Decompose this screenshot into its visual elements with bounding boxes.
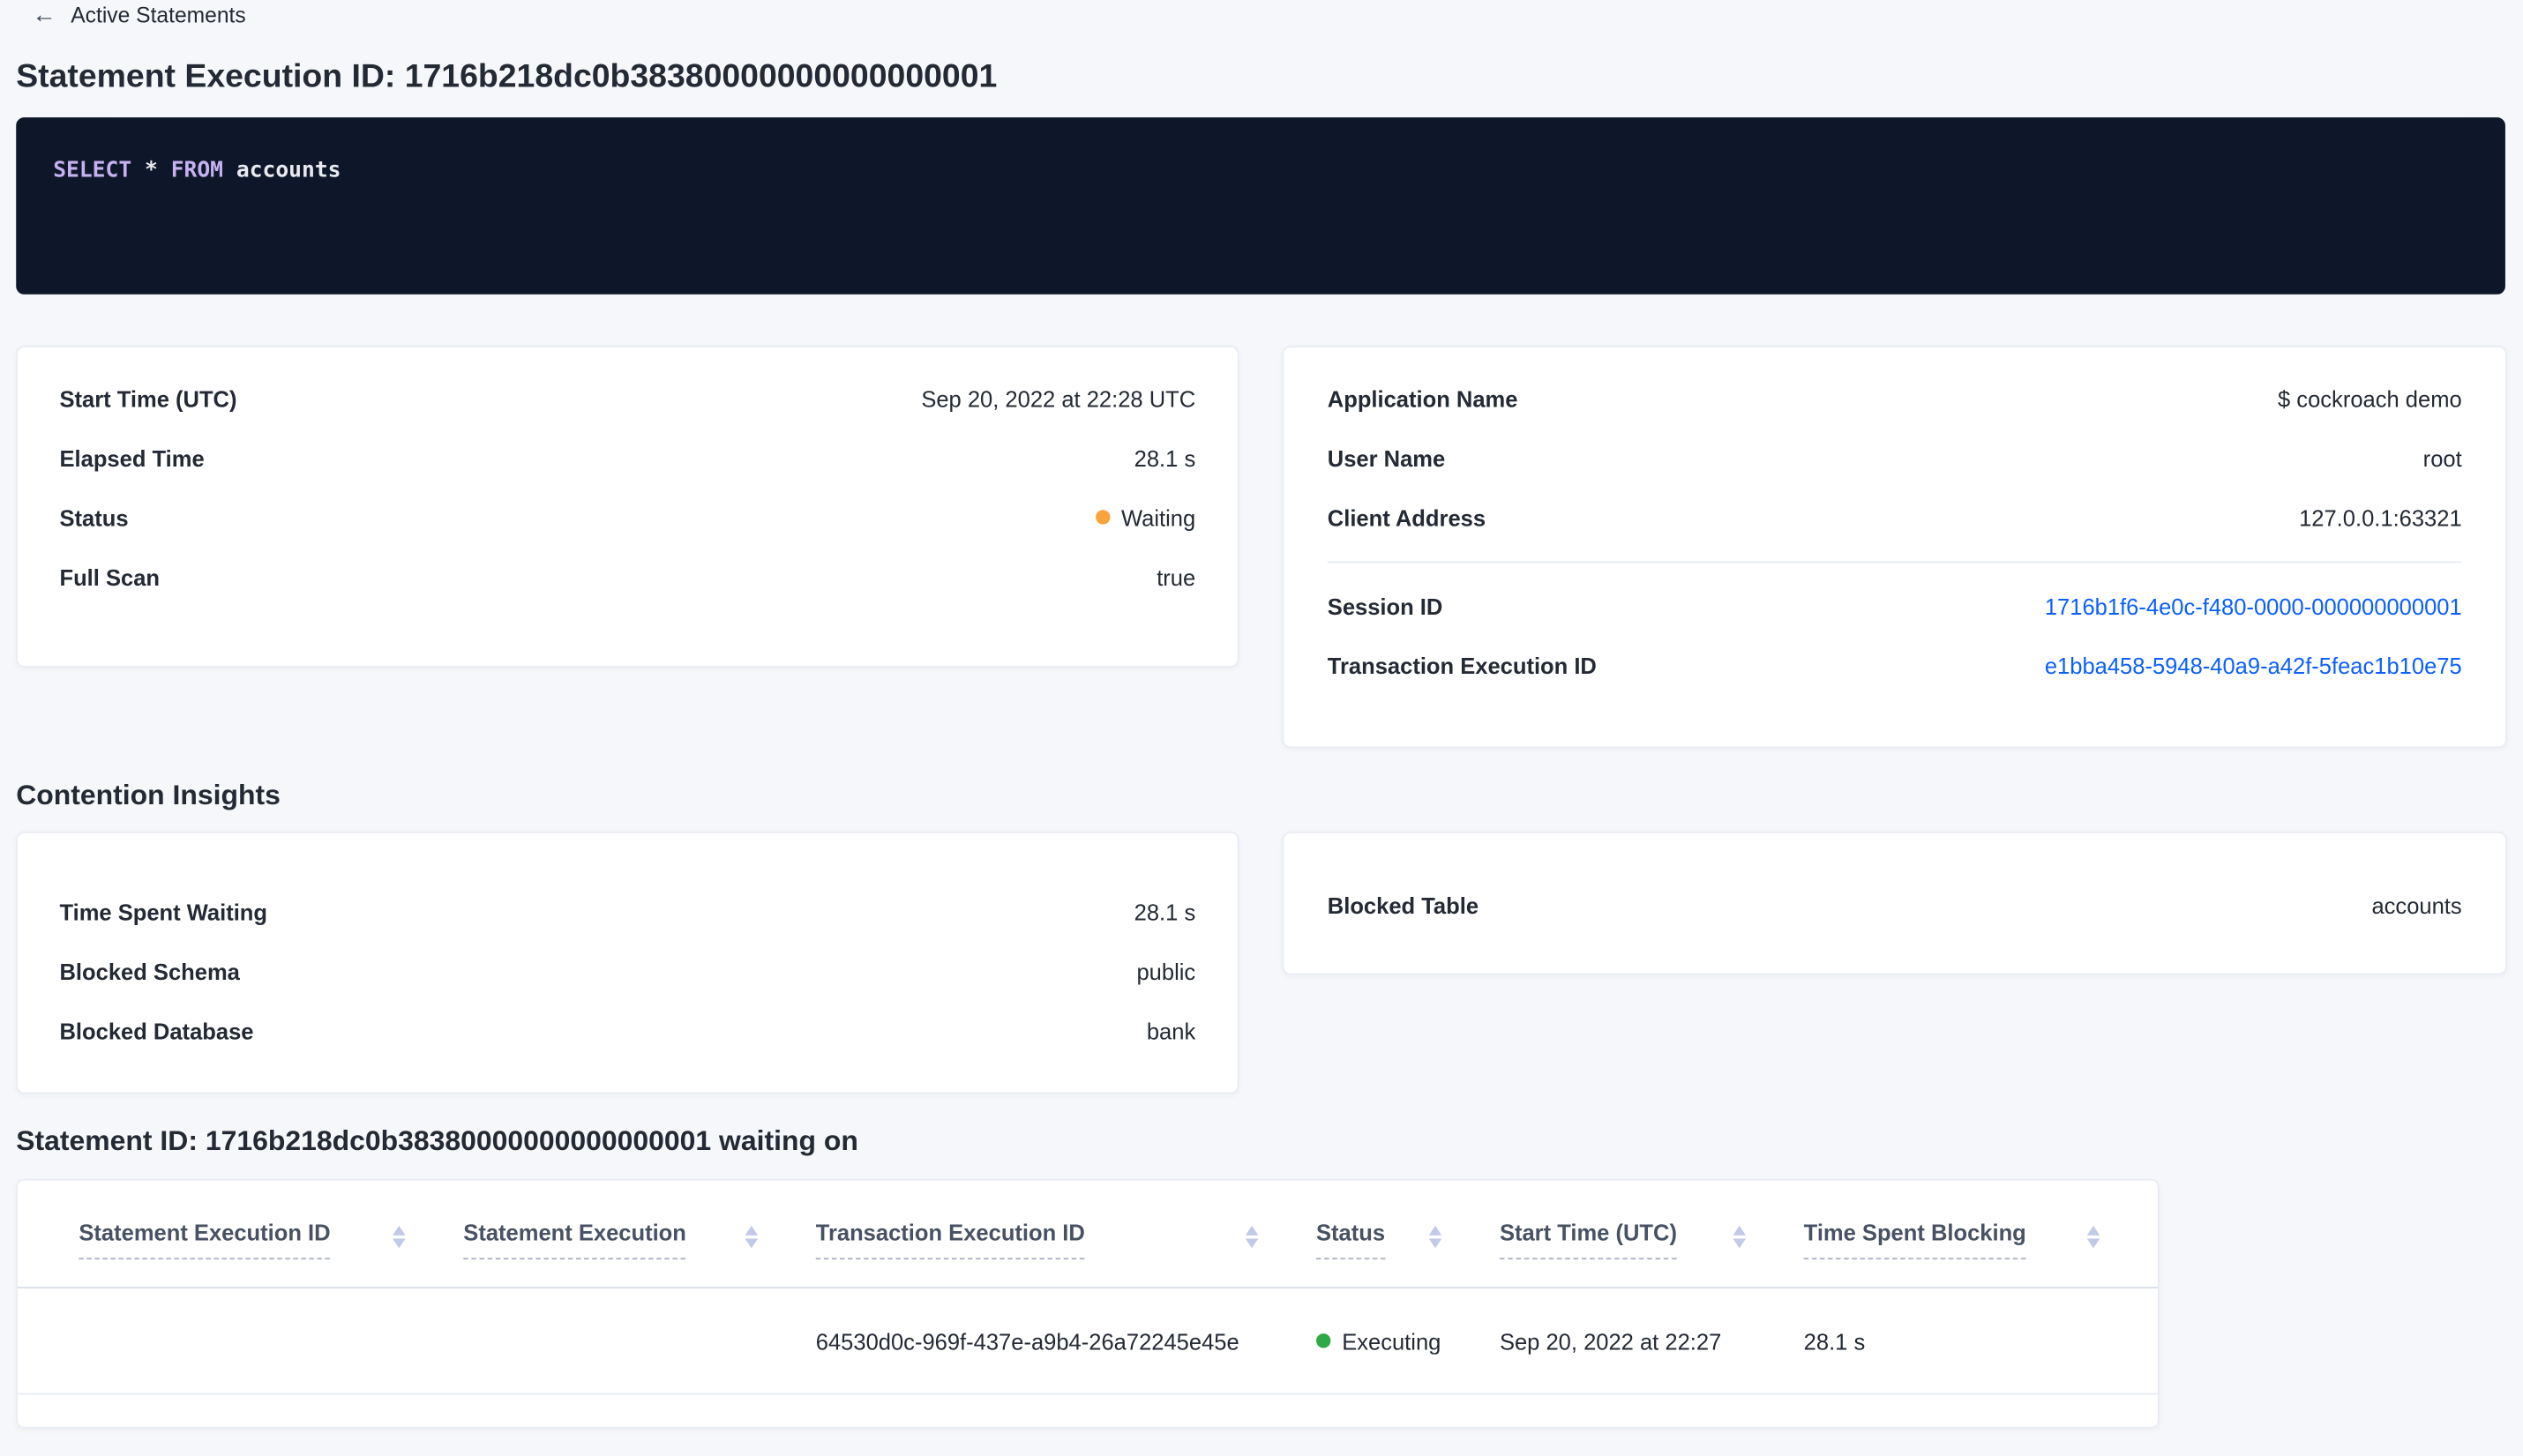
session-id-row: Session ID 1716b1f6-4e0c-f480-0000-00000… [1328, 576, 2462, 635]
full-scan-value: true [1157, 564, 1196, 590]
client-address-label: Client Address [1327, 504, 1486, 531]
column-header-statement-execution[interactable]: Statement Execution [463, 1181, 815, 1287]
sort-icon [745, 1225, 759, 1249]
column-header-status[interactable]: Status [1316, 1181, 1500, 1287]
elapsed-time-label: Elapsed Time [59, 444, 205, 471]
status-row: Status Waiting [59, 488, 1195, 547]
sort-icon [1245, 1225, 1259, 1249]
blocked-database-row: Blocked Database bank [59, 1001, 1195, 1060]
overview-card: Start Time (UTC) Sep 20, 2022 at 22:28 U… [16, 346, 1239, 668]
sort-icon [1733, 1225, 1747, 1249]
waiting-on-heading: Statement ID: 1716b218dc0b38380000000000… [16, 1124, 858, 1157]
statement-details-page: ← Active Statements Statement Execution … [0, 0, 2523, 1456]
arrow-left-icon: ← [32, 1, 56, 29]
sql-star: * [145, 157, 158, 183]
blocked-table-value: accounts [2371, 892, 2462, 918]
application-name-value: $ cockroach demo [2278, 385, 2462, 412]
cell-start-time: Sep 20, 2022 at 22:27 [1499, 1327, 1722, 1354]
session-id-label: Session ID [1327, 593, 1443, 619]
start-time-value: Sep 20, 2022 at 22:28 UTC [921, 385, 1196, 412]
start-time-label: Start Time (UTC) [59, 385, 237, 412]
sql-statement-box: SELECT * FROM accounts [16, 117, 2505, 295]
column-header-label: Time Spent Blocking [1803, 1220, 2026, 1260]
transaction-execution-id-link[interactable]: e1bba458-5948-40a9-a42f-5feac1b10e75 [2045, 653, 2462, 678]
column-header-statement-execution-id[interactable]: Statement Execution ID [79, 1181, 463, 1287]
sort-icon [1428, 1225, 1442, 1249]
status-label: Status [59, 504, 129, 531]
blocked-table-label: Blocked Table [1327, 892, 1479, 918]
sql-keyword-from: FROM [170, 157, 224, 183]
application-name-label: Application Name [1327, 385, 1518, 412]
cell-time-spent-blocking: 28.1 s [1803, 1327, 1866, 1354]
column-header-label: Status [1316, 1220, 1386, 1260]
blocked-schema-label: Blocked Schema [59, 958, 240, 984]
status-value: Waiting [1121, 504, 1196, 531]
contention-insights-heading: Contention Insights [16, 778, 281, 811]
column-header-start-time[interactable]: Start Time (UTC) [1499, 1181, 1804, 1287]
column-header-transaction-execution-id[interactable]: Transaction Execution ID [815, 1181, 1316, 1287]
full-scan-row: Full Scan true [59, 547, 1195, 606]
back-link-label: Active Statements [71, 3, 246, 28]
transaction-execution-id-row: Transaction Execution ID e1bba458-5948-4… [1328, 635, 2462, 694]
time-spent-waiting-value: 28.1 s [1134, 898, 1196, 924]
column-header-time-spent-blocking[interactable]: Time Spent Blocking [1803, 1181, 2158, 1287]
cell-transaction-execution-id: 64530d0c-969f-437e-a9b4-26a72245e45e [815, 1327, 1239, 1354]
column-header-label: Start Time (UTC) [1499, 1220, 1677, 1260]
back-to-active-statements-link[interactable]: ← Active Statements [32, 4, 245, 27]
cell-status: Executing [1316, 1328, 1500, 1354]
executing-status-dot-icon [1316, 1333, 1331, 1348]
session-card: Application Name $ cockroach demo User N… [1282, 346, 2507, 749]
full-scan-label: Full Scan [59, 564, 161, 590]
elapsed-time-value: 28.1 s [1134, 444, 1196, 471]
sql-table-name: accounts [236, 157, 341, 183]
blocked-schema-row: Blocked Schema public [59, 941, 1195, 1000]
column-header-label: Transaction Execution ID [815, 1220, 1085, 1260]
status-badge: Waiting [1095, 504, 1196, 531]
sort-icon [2086, 1225, 2100, 1249]
table-header-row: Statement Execution ID Statement Executi… [18, 1181, 2158, 1289]
cell-status-value: Executing [1342, 1327, 1441, 1354]
page-title: Statement Execution ID: 1716b218dc0b3838… [16, 57, 998, 95]
session-card-divider [1327, 561, 2462, 564]
blocked-schema-value: public [1136, 958, 1196, 984]
table-row: 64530d0c-969f-437e-a9b4-26a72245e45e Exe… [18, 1288, 2158, 1395]
time-spent-waiting-row: Time Spent Waiting 28.1 s [59, 882, 1195, 941]
contention-card: Time Spent Waiting 28.1 s Blocked Schema… [16, 831, 1239, 1094]
application-name-row: Application Name $ cockroach demo [1328, 369, 2462, 428]
user-name-label: User Name [1327, 444, 1446, 471]
blocked-table-card: Blocked Table accounts [1282, 831, 2507, 975]
user-name-row: User Name root [1328, 428, 2462, 487]
blocked-database-label: Blocked Database [59, 1017, 254, 1043]
transaction-execution-id-label: Transaction Execution ID [1327, 652, 1597, 678]
client-address-value: 127.0.0.1:63321 [2299, 504, 2462, 531]
column-header-label: Statement Execution ID [79, 1220, 331, 1260]
sort-icon [393, 1225, 406, 1249]
blocked-table-row: Blocked Table accounts [1328, 875, 2462, 934]
client-address-row: Client Address 127.0.0.1:63321 [1328, 488, 2462, 547]
waiting-statements-table-card: Statement Execution ID Statement Executi… [16, 1178, 2160, 1429]
column-header-label: Statement Execution [463, 1220, 686, 1260]
start-time-row: Start Time (UTC) Sep 20, 2022 at 22:28 U… [59, 369, 1195, 428]
user-name-value: root [2422, 444, 2462, 471]
blocked-database-value: bank [1146, 1017, 1196, 1043]
sql-keyword-select: SELECT [53, 157, 132, 183]
elapsed-time-row: Elapsed Time 28.1 s [59, 428, 1195, 487]
time-spent-waiting-label: Time Spent Waiting [59, 898, 268, 924]
waiting-status-dot-icon [1095, 510, 1111, 525]
session-id-link[interactable]: 1716b1f6-4e0c-f480-0000-000000000001 [2045, 593, 2462, 618]
